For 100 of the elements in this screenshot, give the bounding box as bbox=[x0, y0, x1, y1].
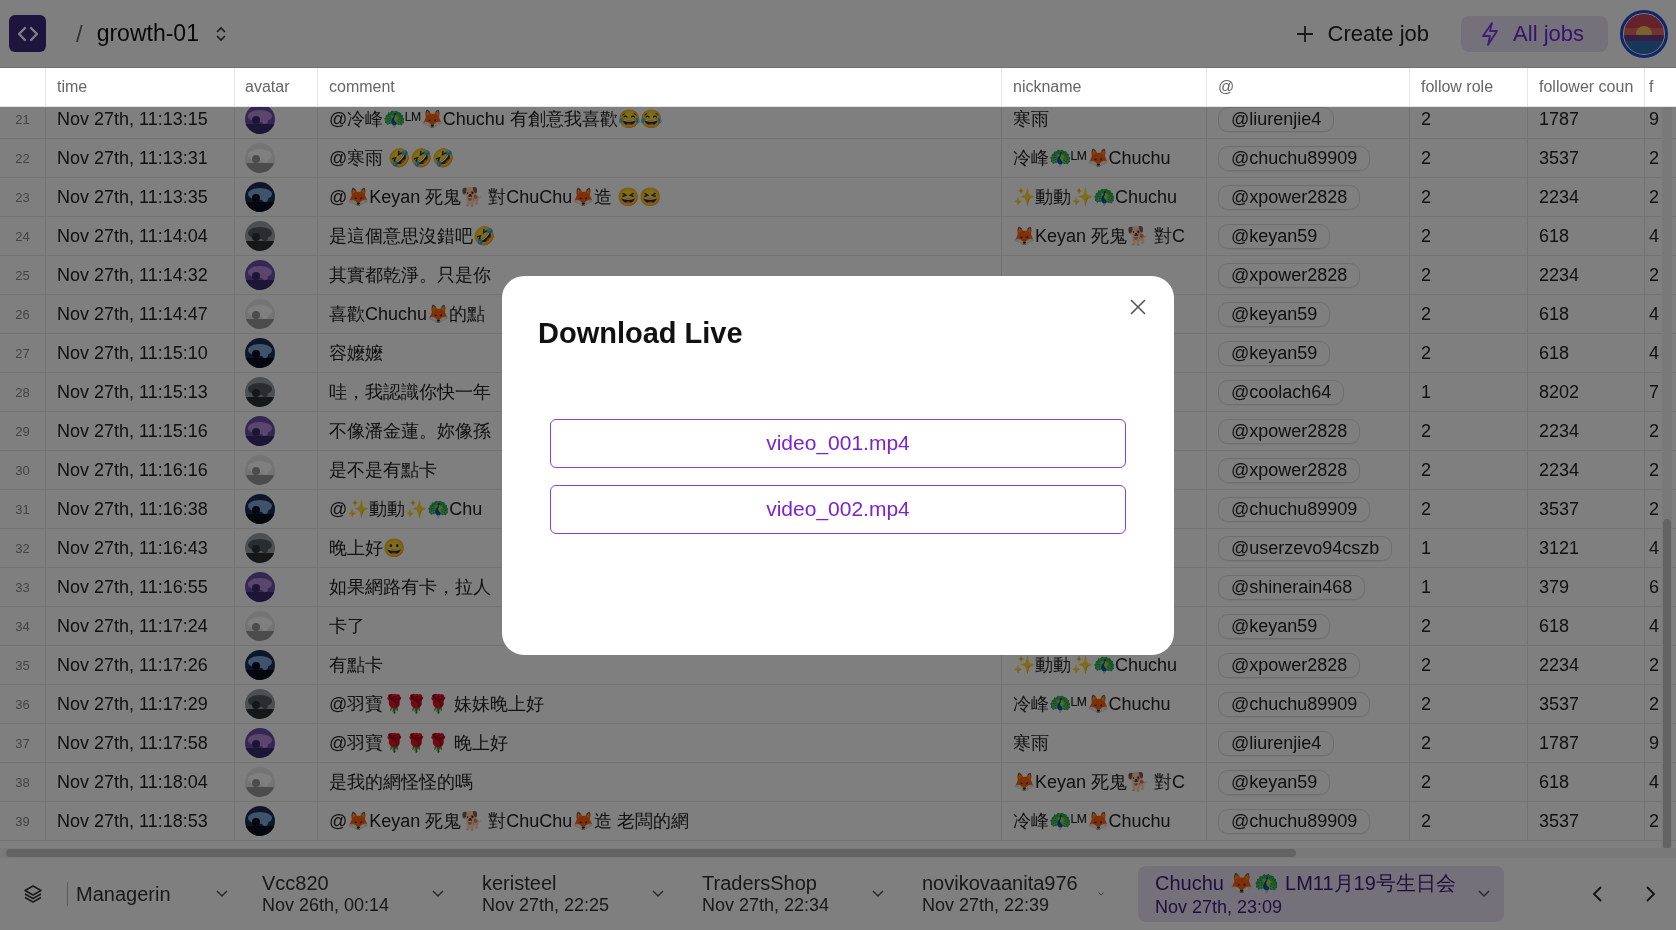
row-number: 30 bbox=[15, 462, 30, 478]
table-cell-text: @🦊Keyan 死鬼🐕 對ChuChu🦊造 😆😆 bbox=[329, 186, 662, 209]
table-cell: 2 bbox=[1421, 264, 1431, 286]
close-icon[interactable] bbox=[1130, 298, 1146, 315]
table-cell: 2 bbox=[1649, 264, 1659, 286]
table-cell: 2 bbox=[1421, 732, 1431, 754]
all-jobs-button[interactable]: All jobs bbox=[1461, 15, 1608, 52]
table-cell: 1 bbox=[1421, 537, 1431, 559]
table-cell: 2 bbox=[1649, 693, 1659, 715]
create-job-button[interactable]: Create job bbox=[1283, 12, 1442, 55]
handle-tag[interactable]: @xpower2828 bbox=[1218, 262, 1361, 288]
handle-tag[interactable]: @chuchu89909 bbox=[1218, 691, 1371, 717]
table-cell: 4 bbox=[1649, 303, 1659, 325]
handle-tag[interactable]: @userzevo94cszb bbox=[1218, 535, 1393, 561]
column-header[interactable]: avatar bbox=[245, 78, 290, 96]
table-cell-text: 不像潘金蓮。妳像孫 bbox=[329, 420, 491, 443]
row-number: 21 bbox=[15, 111, 30, 127]
table-cell: 2 bbox=[1649, 459, 1659, 481]
account-tab[interactable]: Chuchu 🦊🦚 LM11月19号生日会 Nov 27th, 23:09 bbox=[1138, 866, 1504, 922]
chevron-updown-icon[interactable] bbox=[214, 24, 227, 43]
table-cell: 1 bbox=[1421, 381, 1431, 403]
caret-icon bbox=[652, 890, 664, 898]
row-number: 35 bbox=[15, 657, 30, 673]
row-number: 32 bbox=[15, 540, 30, 556]
handle-tag[interactable]: @liurenjie4 bbox=[1218, 106, 1335, 132]
handle-tag[interactable]: @shinerain468 bbox=[1218, 574, 1366, 600]
table-cell: 2 bbox=[1649, 186, 1659, 208]
table-cell-text: ✨動動✨🦚Chuchu bbox=[1013, 186, 1178, 209]
table-cell: 2 bbox=[1421, 303, 1431, 325]
table-cell-text: 冷峰🦚ᴸᴹ🦊Chuchu bbox=[1013, 693, 1171, 716]
table-cell: 2234 bbox=[1539, 264, 1580, 286]
handle-tag[interactable]: @liurenjie4 bbox=[1218, 730, 1335, 756]
column-header[interactable]: time bbox=[57, 78, 88, 96]
handle-tag[interactable]: @xpower2828 bbox=[1218, 652, 1361, 678]
scrollbar[interactable] bbox=[6, 849, 1296, 857]
table-cell: Nov 27th, 11:16:16 bbox=[57, 459, 208, 481]
table-cell-text: 是這個意思沒錯吧🤣 bbox=[329, 225, 495, 248]
file-download-button[interactable]: video_002.mp4 bbox=[550, 484, 1126, 534]
table-cell: 1 bbox=[1421, 576, 1431, 598]
chevron-left-icon[interactable] bbox=[1592, 886, 1604, 902]
table-cell: 2 bbox=[1421, 498, 1431, 520]
table-cell-text: 寒雨 bbox=[1013, 732, 1049, 755]
account-tab[interactable]: novikovaanita976 Nov 27th, 22:39 bbox=[918, 867, 1118, 921]
table-cell: 1787 bbox=[1539, 732, 1580, 754]
table-cell: 3537 bbox=[1539, 147, 1580, 169]
account-tab[interactable]: keristeel Nov 27th, 22:25 bbox=[478, 867, 678, 921]
handle-tag[interactable]: @chuchu89909 bbox=[1218, 145, 1371, 171]
scrollbar[interactable] bbox=[1663, 519, 1671, 848]
table-cell: 618 bbox=[1539, 615, 1570, 637]
account-tab[interactable]: TradersShop Nov 27th, 22:34 bbox=[698, 867, 898, 921]
table-cell-text: 卡了 bbox=[329, 615, 365, 638]
handle-tag[interactable]: @keyan59 bbox=[1218, 340, 1331, 366]
table-cell: Nov 27th, 11:17:24 bbox=[57, 615, 208, 637]
row-number: 24 bbox=[15, 228, 30, 244]
account-tab[interactable]: Vcc820 Nov 26th, 00:14 bbox=[258, 867, 458, 921]
handle-tag[interactable]: @xpower2828 bbox=[1218, 457, 1361, 483]
table-cell: 3121 bbox=[1539, 537, 1580, 559]
table-cell: 2 bbox=[1421, 459, 1431, 481]
table-cell: 9 bbox=[1649, 108, 1659, 130]
row-number: 36 bbox=[15, 696, 30, 712]
table-cell: Nov 27th, 11:15:16 bbox=[57, 420, 208, 442]
column-header[interactable]: nickname bbox=[1013, 78, 1082, 96]
column-header[interactable]: follow role bbox=[1421, 78, 1494, 96]
table-cell: Nov 27th, 11:16:55 bbox=[57, 576, 208, 598]
handle-tag[interactable]: @keyan59 bbox=[1218, 223, 1331, 249]
table-cell: Nov 27th, 11:17:58 bbox=[57, 732, 208, 754]
table-cell-text: 冷峰🦚ᴸᴹ🦊Chuchu bbox=[1013, 810, 1171, 833]
handle-tag[interactable]: @xpower2828 bbox=[1218, 418, 1361, 444]
handle-tag[interactable]: @keyan59 bbox=[1218, 769, 1331, 795]
caret-icon bbox=[216, 890, 228, 898]
column-header[interactable]: f bbox=[1649, 78, 1654, 96]
dialog-title: Download Live bbox=[538, 316, 743, 350]
file-download-button[interactable]: video_001.mp4 bbox=[550, 418, 1126, 468]
table-cell: Nov 27th, 11:17:29 bbox=[57, 693, 208, 715]
handle-tag[interactable]: @keyan59 bbox=[1218, 301, 1331, 327]
project-selector[interactable]: growth-01 bbox=[96, 20, 199, 47]
code-logo-icon[interactable] bbox=[9, 15, 46, 52]
table-cell-text: 晚上好😀 bbox=[329, 537, 405, 560]
handle-tag[interactable]: @keyan59 bbox=[1218, 613, 1331, 639]
handle-tag[interactable]: @xpower2828 bbox=[1218, 184, 1361, 210]
table-cell-text: @🦊Keyan 死鬼🐕 對ChuChu🦊造 老闆的網 bbox=[329, 810, 690, 833]
table-cell: 2 bbox=[1421, 693, 1431, 715]
account-tab[interactable]: Managerin bbox=[72, 877, 242, 911]
row-number: 33 bbox=[15, 579, 30, 595]
table-cell-text: @冷峰🦚ᴸᴹ🦊Chuchu 有創意我喜歡😂😂 bbox=[329, 108, 662, 131]
table-cell: 7 bbox=[1649, 381, 1659, 403]
table-cell: 618 bbox=[1539, 771, 1570, 793]
handle-tag[interactable]: @chuchu89909 bbox=[1218, 496, 1371, 522]
handle-tag[interactable]: @coolach64 bbox=[1218, 379, 1345, 405]
column-header[interactable]: follower coun bbox=[1539, 78, 1634, 96]
layers-icon[interactable] bbox=[23, 884, 43, 904]
chevron-right-icon[interactable] bbox=[1644, 886, 1656, 902]
column-header[interactable]: @ bbox=[1218, 78, 1235, 96]
table-cell-text: @羽寶🌹🌹🌹 晚上好 bbox=[329, 732, 509, 755]
row-number: 29 bbox=[15, 423, 30, 439]
column-header[interactable]: comment bbox=[329, 78, 395, 96]
table-cell: 9 bbox=[1649, 732, 1659, 754]
table-cell: 2 bbox=[1421, 654, 1431, 676]
table-cell-text: 如果網路有卡，拉人 bbox=[329, 576, 491, 599]
handle-tag[interactable]: @chuchu89909 bbox=[1218, 808, 1371, 834]
